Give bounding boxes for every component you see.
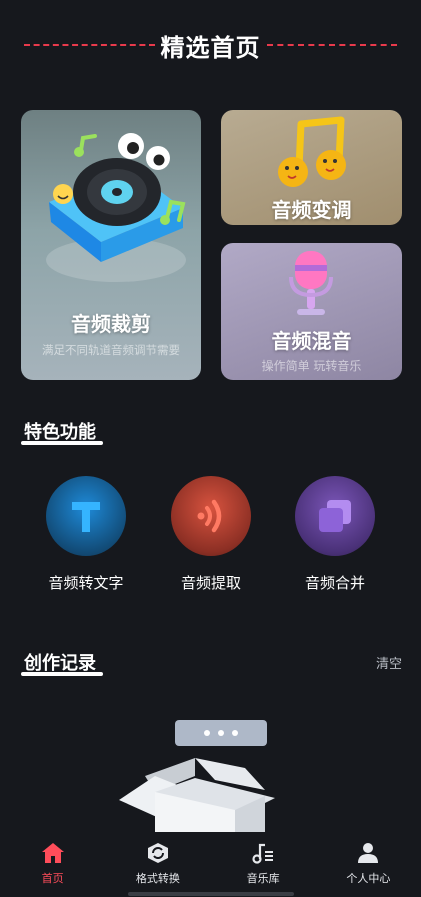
features-title-underline (21, 441, 103, 445)
audio-mix-title: 音频混音 (271, 329, 352, 353)
tab-music-library[interactable]: 音乐库 (211, 832, 316, 897)
feature-audio-merge[interactable]: 音频合并 (280, 476, 390, 593)
page-header: 精选首页 (0, 22, 421, 68)
feature-audio-to-text[interactable]: 音频转文字 (31, 476, 141, 593)
bottom-tab-bar: 首页 格式转换 音乐库 个人中心 (0, 832, 421, 897)
person-icon (358, 843, 379, 863)
header-left-dash (24, 44, 155, 46)
music-library-icon (252, 843, 274, 864)
text-t-icon (46, 476, 126, 556)
tab-format-convert[interactable]: 格式转换 (105, 832, 210, 897)
tab-profile[interactable]: 个人中心 (316, 832, 421, 897)
audio-mix-card[interactable]: 音频混音 操作简单 玩转音乐 (221, 243, 402, 380)
convert-icon (147, 843, 168, 863)
audio-pitch-card[interactable]: 音频变调 (221, 110, 402, 225)
home-icon (41, 843, 64, 863)
records-title-underline (21, 672, 103, 676)
feature-label: 音频转文字 (48, 574, 124, 592)
tab-label: 音乐库 (246, 872, 280, 885)
audio-clip-title: 音频裁剪 (71, 312, 151, 336)
feature-label: 音频合并 (304, 574, 365, 592)
feature-label: 音频提取 (180, 574, 241, 592)
page-title: 精选首页 (160, 33, 261, 62)
audio-clip-card[interactable]: 音频裁剪 满足不同轨道音频调节需要 (21, 110, 201, 380)
clear-button[interactable]: 清空 (376, 653, 402, 672)
microphone-icon (289, 251, 333, 315)
merge-squares-icon (295, 476, 375, 556)
empty-box-icon (119, 720, 275, 833)
tab-home[interactable]: 首页 (0, 832, 105, 897)
turntable-icon (46, 133, 186, 282)
home-indicator (128, 892, 294, 896)
feature-audio-extract[interactable]: 音频提取 (156, 476, 266, 593)
tab-label: 格式转换 (135, 872, 180, 885)
sound-wave-icon (171, 476, 251, 556)
tab-label: 个人中心 (346, 872, 391, 885)
audio-mix-subtitle: 操作简单 玩转音乐 (261, 359, 362, 373)
music-note-icon (278, 116, 346, 187)
audio-clip-subtitle: 满足不同轨道音频调节需要 (42, 343, 180, 357)
tab-label: 首页 (41, 872, 64, 885)
header-right-dash (266, 44, 397, 46)
audio-pitch-title: 音频变调 (271, 198, 352, 222)
